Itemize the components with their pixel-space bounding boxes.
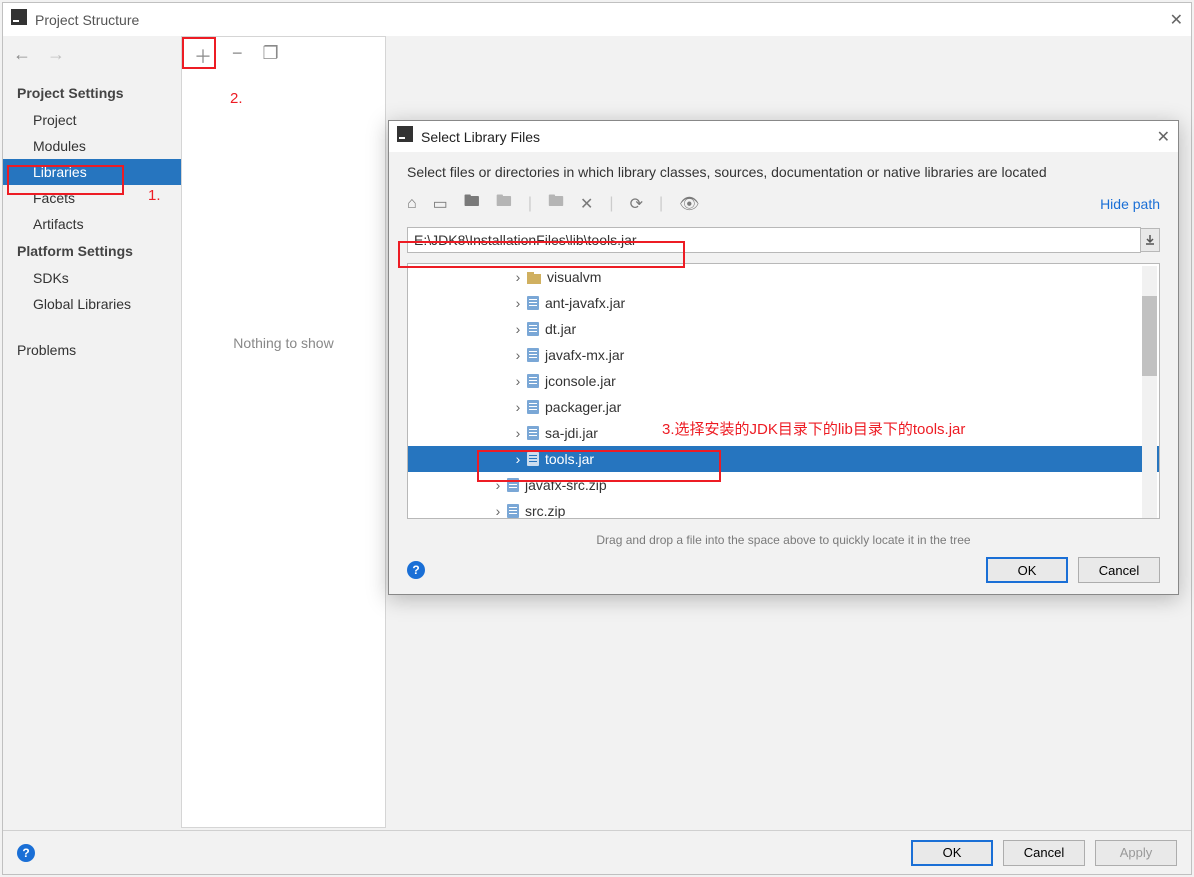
forward-arrow-icon[interactable]: →	[47, 44, 65, 65]
cancel-button[interactable]: Cancel	[1003, 840, 1085, 866]
tree-item-src[interactable]: ›src.zip	[408, 498, 1159, 519]
sidebar-item-problems[interactable]: Problems	[3, 337, 181, 363]
main-footer: ? OK Cancel Apply	[3, 830, 1191, 874]
back-arrow-icon[interactable]: ←	[13, 44, 31, 65]
sidebar-item-sdks[interactable]: SDKs	[3, 265, 181, 291]
empty-label: Nothing to show	[182, 335, 385, 351]
refresh-icon[interactable]: ⟳	[630, 194, 643, 214]
show-hidden-icon[interactable]: 👁	[679, 194, 699, 214]
tree-scrollbar[interactable]	[1142, 266, 1157, 518]
tree-item-packager[interactable]: ›packager.jar	[408, 394, 1159, 420]
help-icon[interactable]: ?	[407, 561, 425, 579]
annotation-box-3a	[398, 241, 685, 268]
apply-button[interactable]: Apply	[1095, 840, 1177, 866]
dialog-cancel-button[interactable]: Cancel	[1078, 557, 1160, 583]
tree-item-jconsole[interactable]: ›jconsole.jar	[408, 368, 1159, 394]
folder-icon[interactable]: 🖿	[464, 190, 480, 217]
sidebar-item-project[interactable]: Project	[3, 107, 181, 133]
dialog-title-bar: Select Library Files ✕	[389, 121, 1178, 152]
sidebar-item-artifacts[interactable]: Artifacts	[3, 211, 181, 237]
copy-icon[interactable]: ❐	[263, 43, 279, 69]
hide-path-link[interactable]: Hide path	[1100, 196, 1160, 212]
libraries-list-panel: ＋ − ❐ Nothing to show	[181, 36, 386, 828]
sidebar: Project Settings Project Modules Librari…	[3, 73, 181, 363]
scrollbar-thumb[interactable]	[1142, 296, 1157, 376]
remove-icon[interactable]: −	[232, 43, 243, 69]
desktop-icon[interactable]: ▭	[433, 194, 448, 214]
new-folder-icon[interactable]: 🖿	[496, 190, 512, 217]
dialog-description: Select files or directories in which lib…	[407, 164, 1160, 180]
annotation-box-3b	[477, 450, 721, 482]
annotation-box-1	[7, 165, 124, 195]
ok-button[interactable]: OK	[911, 840, 993, 866]
platform-settings-heading: Platform Settings	[3, 237, 181, 265]
intellij-icon	[11, 9, 27, 30]
dialog-ok-button[interactable]: OK	[986, 557, 1068, 583]
annotation-label-1: 1.	[148, 187, 161, 204]
dialog-title: Select Library Files	[421, 129, 540, 145]
intellij-icon	[397, 126, 413, 147]
home-icon[interactable]: ⌂	[407, 195, 417, 213]
window-title: Project Structure	[35, 12, 139, 28]
drag-drop-hint: Drag and drop a file into the space abov…	[407, 529, 1160, 551]
tree-item-dt[interactable]: ›dt.jar	[408, 316, 1159, 342]
annotation-label-3: 3.选择安装的JDK目录下的lib目录下的tools.jar	[662, 418, 965, 439]
sidebar-item-global-libraries[interactable]: Global Libraries	[3, 291, 181, 317]
tree-item-ant-javafx[interactable]: ›ant-javafx.jar	[408, 290, 1159, 316]
download-icon[interactable]	[1140, 228, 1160, 252]
sidebar-item-modules[interactable]: Modules	[3, 133, 181, 159]
help-icon[interactable]: ?	[17, 844, 35, 862]
tree-item-javafx-mx[interactable]: ›javafx-mx.jar	[408, 342, 1159, 368]
annotation-box-2	[182, 37, 216, 69]
project-settings-heading: Project Settings	[3, 79, 181, 107]
main-title-bar: Project Structure ✕	[3, 3, 1191, 36]
folder2-icon[interactable]: 🖿	[548, 190, 564, 217]
delete-icon[interactable]: ✕	[580, 194, 593, 214]
nav-arrows: ← →	[3, 36, 181, 73]
select-library-dialog: Select Library Files ✕ Select files or d…	[388, 120, 1179, 595]
close-icon[interactable]: ✕	[1157, 127, 1170, 147]
close-icon[interactable]: ✕	[1170, 10, 1183, 30]
annotation-label-2: 2.	[230, 90, 243, 107]
dialog-toolbar: ⌂ ▭ 🖿 🖿 | 🖿 ✕ | ⟳ | 👁 Hide path	[407, 190, 1160, 217]
